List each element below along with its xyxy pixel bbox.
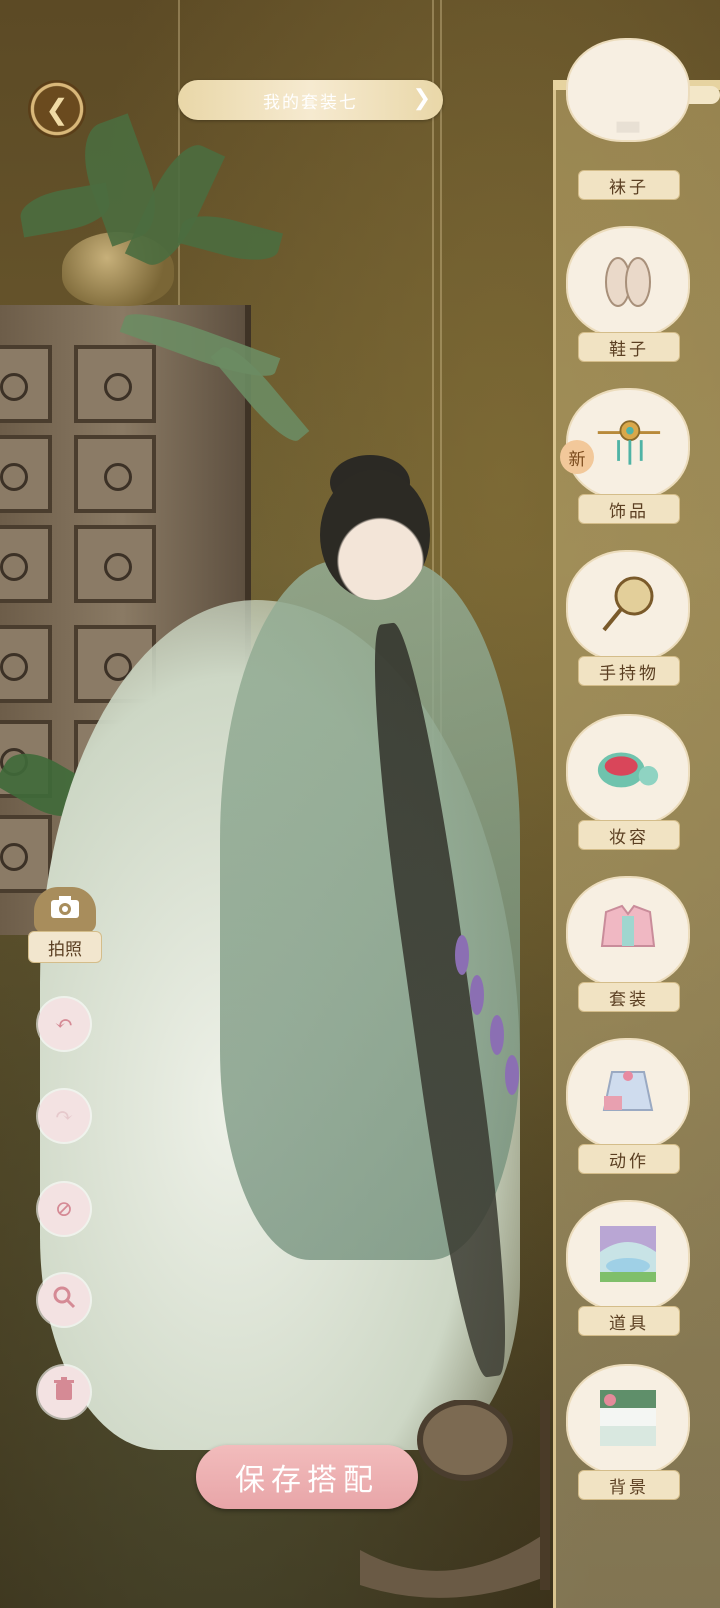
save-outfit-button[interactable]: 保存搭配	[196, 1445, 418, 1509]
lavender-flower	[490, 1015, 504, 1055]
category-label: 饰品	[578, 494, 680, 524]
undo-icon: ↶	[54, 1011, 74, 1037]
back-button[interactable]: ❮	[28, 80, 86, 138]
lavender-flower	[455, 935, 469, 975]
category-label: 鞋子	[578, 332, 680, 362]
hairpin-icon	[594, 408, 662, 476]
character-head	[320, 470, 430, 600]
category-props[interactable]: 道具	[568, 1202, 690, 1336]
outfit-name: 我的套装七	[263, 92, 358, 113]
category-label: 妆容	[578, 820, 680, 850]
socks-icon: ▬	[613, 107, 643, 143]
category-label: 道具	[578, 1306, 680, 1336]
undo-button[interactable]: ↶	[38, 998, 90, 1050]
plant-leaf	[17, 182, 113, 238]
cabinet-drawer	[74, 345, 156, 423]
pose-icon	[594, 1058, 662, 1126]
category-label: 手持物	[578, 656, 680, 686]
background-icon	[594, 1384, 662, 1452]
chevron-right-icon[interactable]: ❯	[413, 86, 433, 111]
outfit-icon	[594, 896, 662, 964]
chevron-left-icon: ❮	[45, 92, 69, 126]
trash-icon	[53, 1377, 75, 1407]
photo-label[interactable]: 拍照	[28, 931, 102, 963]
zoom-button[interactable]	[38, 1274, 90, 1326]
cabinet-drawer	[0, 435, 52, 513]
cabinet-drawer	[0, 815, 52, 893]
shoes-icon	[594, 246, 662, 314]
makeup-icon	[594, 734, 662, 802]
category-label: 袜子	[578, 170, 680, 200]
prop-icon	[594, 1220, 662, 1288]
hide-button[interactable]: ⊘	[38, 1183, 90, 1235]
category-makeup[interactable]: 妆容	[568, 716, 690, 850]
delete-button[interactable]	[38, 1366, 90, 1418]
plant-leaf	[177, 207, 283, 269]
category-background[interactable]: 背景	[568, 1366, 690, 1500]
lavender-flower	[470, 975, 484, 1015]
category-label: 动作	[578, 1144, 680, 1174]
category-shoes[interactable]: 鞋子	[568, 228, 690, 362]
category-socks[interactable]: ▬ 袜子	[568, 40, 690, 200]
cabinet-drawer	[74, 435, 156, 513]
category-label: 背景	[578, 1470, 680, 1500]
cabinet-drawer	[74, 525, 156, 603]
prohibit-icon: ⊘	[54, 1196, 74, 1222]
category-pose[interactable]: 动作	[568, 1040, 690, 1174]
cabinet-drawer	[0, 525, 52, 603]
redo-icon: ↷	[54, 1103, 74, 1129]
photo-button[interactable]	[34, 887, 96, 933]
cabinet-drawer	[0, 625, 52, 703]
outfit-name-selector[interactable]: 我的套装七 ❯	[178, 80, 443, 120]
redo-button[interactable]: ↷	[38, 1090, 90, 1142]
lavender-flower	[505, 1055, 519, 1095]
category-label: 套装	[578, 982, 680, 1012]
cabinet-drawer	[0, 345, 52, 423]
fan-icon	[594, 570, 662, 638]
category-outfit[interactable]: 套装	[568, 878, 690, 1012]
category-handheld[interactable]: 手持物	[568, 552, 690, 686]
camera-icon	[49, 894, 81, 927]
magnifier-icon	[52, 1285, 76, 1315]
new-badge: 新	[560, 440, 594, 474]
